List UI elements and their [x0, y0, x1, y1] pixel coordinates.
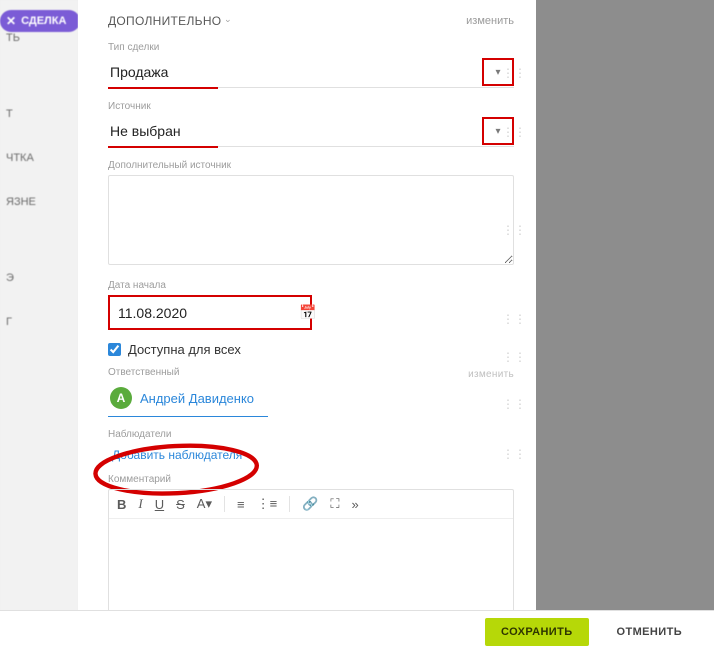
panel-title: ДОПОЛНИТЕЛЬНО ›	[108, 14, 231, 28]
italic-button[interactable]: I	[138, 496, 142, 512]
field-deal-type: Тип сделки ▾ ⋮⋮	[108, 42, 514, 89]
ordered-list-button[interactable]: ≡	[237, 497, 245, 512]
field-source: Источник ▾ ⋮⋮	[108, 101, 514, 148]
drag-handle-icon[interactable]: ⋮⋮	[502, 447, 526, 461]
sidebar-item[interactable]: Т	[6, 108, 78, 120]
drag-handle-icon[interactable]: ⋮⋮	[502, 397, 526, 411]
field-additional-source: Дополнительный источник ⋮⋮	[108, 160, 514, 268]
start-date-input[interactable]	[118, 305, 299, 321]
underline-button[interactable]: U	[155, 497, 164, 512]
drag-handle-icon[interactable]: ⋮⋮	[502, 66, 526, 80]
sidebar-item[interactable]: ЯЗНЕ	[6, 196, 78, 208]
field-observers: Наблюдатели Добавить наблюдателя ⋮⋮	[108, 429, 514, 462]
deal-type-select[interactable]	[108, 57, 478, 87]
available-all-checkbox[interactable]	[108, 343, 121, 356]
editor-toolbar: B I U S A▾ ≡ ⋮≡ 🔗 ⛶ »	[109, 490, 513, 519]
drag-handle-icon[interactable]: ⋮⋮	[502, 312, 526, 326]
sidebar-item[interactable]: Г	[6, 316, 78, 328]
close-icon[interactable]: ✕	[6, 14, 16, 28]
field-label: Наблюдатели	[108, 429, 514, 440]
user-name: Андрей Давиденко	[140, 391, 254, 406]
strikethrough-button[interactable]: S	[176, 497, 185, 512]
source-select[interactable]	[108, 116, 478, 146]
field-label: Тип сделки	[108, 42, 514, 53]
field-label: Источник	[108, 101, 514, 112]
edit-section-link[interactable]: изменить	[466, 15, 514, 27]
field-label: Комментарий	[108, 474, 514, 485]
calendar-icon[interactable]: 📅	[299, 304, 316, 321]
cancel-button[interactable]: ОТМЕНИТЬ	[601, 618, 698, 646]
field-comment: Комментарий B I U S A▾ ≡ ⋮≡ 🔗 ⛶ »	[108, 474, 514, 610]
more-tools-button[interactable]: »	[351, 497, 358, 512]
sidebar-item[interactable]: ЧТКА	[6, 152, 78, 164]
field-label: Дополнительный источник	[108, 160, 514, 171]
responsible-user[interactable]: А Андрей Давиденко	[108, 382, 268, 417]
sidebar-item[interactable]: ТЬ	[6, 32, 78, 44]
drag-handle-icon[interactable]: ⋮⋮	[502, 223, 526, 237]
comment-editor: B I U S A▾ ≡ ⋮≡ 🔗 ⛶ »	[108, 489, 514, 610]
deal-form-panel: ДОПОЛНИТЕЛЬНО › изменить Тип сделки ▾ ⋮⋮…	[78, 0, 536, 610]
deal-chip[interactable]: ✕ СДЕЛКА	[0, 10, 78, 32]
chevron-down-icon: ▾	[495, 67, 500, 78]
add-observer-link[interactable]: Добавить наблюдателя	[108, 446, 246, 464]
available-all-label: Доступна для всех	[128, 342, 241, 357]
field-responsible: Ответственный изменить А Андрей Давиденк…	[108, 367, 514, 417]
unordered-list-button[interactable]: ⋮≡	[257, 496, 278, 512]
field-label: Дата начала	[108, 280, 514, 291]
bold-button[interactable]: B	[117, 497, 126, 512]
footer-bar: СОХРАНИТЬ ОТМЕНИТЬ	[0, 610, 714, 652]
comment-textarea[interactable]	[109, 519, 513, 610]
drag-handle-icon[interactable]: ⋮⋮	[502, 125, 526, 139]
highlight-underline	[108, 87, 218, 89]
sidebar-item[interactable]: Э	[6, 272, 78, 284]
drag-handle-icon[interactable]: ⋮⋮	[502, 350, 526, 364]
font-color-button[interactable]: A▾	[197, 496, 212, 512]
left-sidebar: ✕ СДЕЛКА ТЬ Т ЧТКА ЯЗНЕ Э Г ⚙	[0, 0, 78, 652]
field-available-all: Доступна для всех ⋮⋮	[108, 342, 514, 357]
highlight-underline	[108, 146, 218, 148]
field-start-date: Дата начала 📅 ⋮⋮	[108, 280, 514, 330]
save-button[interactable]: СОХРАНИТЬ	[485, 618, 589, 646]
avatar: А	[110, 387, 132, 409]
fullscreen-button[interactable]: ⛶	[330, 496, 339, 512]
deal-chip-label: СДЕЛКА	[21, 15, 66, 27]
chevron-down-icon: ▾	[495, 126, 500, 137]
field-label: Ответственный	[108, 367, 179, 378]
right-empty-area	[536, 0, 714, 610]
change-responsible-link[interactable]: изменить	[468, 369, 514, 380]
start-date-input-wrap[interactable]: 📅	[108, 295, 312, 330]
additional-source-textarea[interactable]	[108, 175, 514, 265]
link-button[interactable]: 🔗	[302, 496, 318, 512]
chevron-icon[interactable]: ›	[224, 19, 234, 22]
